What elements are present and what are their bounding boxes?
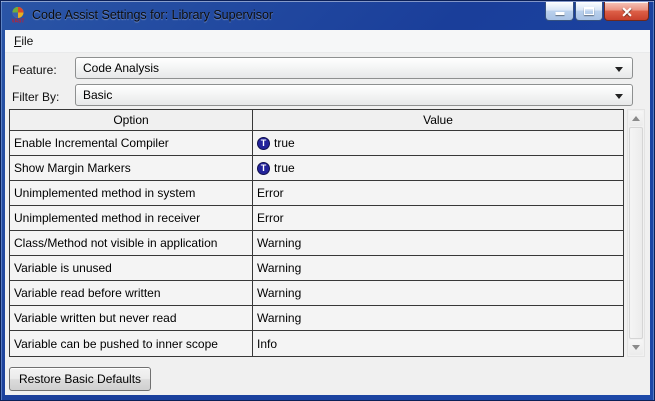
value-cell[interactable]: Warning [253, 281, 623, 305]
value-cell[interactable]: Info [253, 331, 623, 356]
settings-table-body: Enable Incremental CompilerTtrueShow Mar… [10, 131, 623, 356]
vast-app-icon: VAST [10, 7, 26, 23]
filter-by-combobox-value: Basic [83, 88, 112, 102]
option-cell: Unimplemented method in system [10, 181, 253, 205]
feature-label: Feature: [12, 63, 57, 77]
table-row[interactable]: Unimplemented method in systemError [10, 181, 623, 206]
value-cell[interactable]: Error [253, 181, 623, 205]
client-area: Feature: Code Analysis Filter By: Basic … [5, 53, 650, 395]
window-title: Code Assist Settings for: Library Superv… [32, 8, 273, 22]
option-cell: Variable read before written [10, 281, 253, 305]
scroll-up-icon[interactable] [629, 111, 643, 126]
value-text: Info [257, 332, 277, 356]
option-cell: Variable written but never read [10, 306, 253, 330]
option-cell: Variable can be pushed to inner scope [10, 331, 253, 356]
table-row[interactable]: Variable written but never readWarning [10, 306, 623, 331]
maximize-icon [584, 7, 594, 15]
column-header-value: Value [253, 110, 623, 130]
chevron-down-icon [615, 94, 623, 99]
option-cell: Variable is unused [10, 256, 253, 280]
restore-basic-defaults-button[interactable]: Restore Basic Defaults [9, 367, 151, 391]
menu-bar: File [5, 30, 650, 53]
value-cell[interactable]: Warning [253, 256, 623, 280]
feature-combobox[interactable]: Code Analysis [75, 57, 633, 79]
table-row[interactable]: Enable Incremental CompilerTtrue [10, 131, 623, 156]
value-text: Error [257, 206, 284, 230]
minimize-button[interactable] [545, 2, 574, 21]
value-cell[interactable]: Warning [253, 231, 623, 255]
scrollbar-thumb[interactable] [629, 127, 643, 339]
close-button[interactable] [604, 2, 649, 21]
table-row[interactable]: Variable is unusedWarning [10, 256, 623, 281]
value-cell[interactable]: Ttrue [253, 156, 623, 180]
value-text: Warning [257, 306, 301, 330]
value-text: Warning [257, 256, 301, 280]
value-text: Error [257, 181, 284, 205]
table-row[interactable]: Variable read before writtenWarning [10, 281, 623, 306]
option-cell: Show Margin Markers [10, 156, 253, 180]
caption-buttons [545, 2, 649, 21]
option-cell: Unimplemented method in receiver [10, 206, 253, 230]
filter-by-label: Filter By: [12, 90, 59, 104]
value-text: true [274, 156, 295, 180]
option-cell: Class/Method not visible in application [10, 231, 253, 255]
true-type-icon: T [257, 162, 270, 175]
svg-text:VAST: VAST [12, 19, 25, 24]
table-header-row: Option Value [10, 110, 623, 131]
value-cell[interactable]: Ttrue [253, 131, 623, 155]
feature-combobox-value: Code Analysis [83, 61, 159, 75]
table-row[interactable]: Unimplemented method in receiverError [10, 206, 623, 231]
filter-by-combobox[interactable]: Basic [75, 84, 633, 106]
scroll-down-icon[interactable] [629, 340, 643, 355]
true-type-icon: T [257, 137, 270, 150]
settings-table: Option Value Enable Incremental Compiler… [9, 109, 624, 357]
titlebar[interactable]: VAST Code Assist Settings for: Library S… [2, 2, 653, 30]
value-cell[interactable]: Warning [253, 306, 623, 330]
value-text: Warning [257, 231, 301, 255]
value-text: true [274, 131, 295, 155]
value-text: Warning [257, 281, 301, 305]
chevron-down-icon [615, 67, 623, 72]
table-row[interactable]: Variable can be pushed to inner scopeInf… [10, 331, 623, 356]
table-row[interactable]: Show Margin MarkersTtrue [10, 156, 623, 181]
value-cell[interactable]: Error [253, 206, 623, 230]
settings-window: VAST Code Assist Settings for: Library S… [0, 0, 655, 401]
vertical-scrollbar[interactable] [627, 109, 645, 357]
option-cell: Enable Incremental Compiler [10, 131, 253, 155]
close-icon [627, 11, 638, 13]
table-row[interactable]: Class/Method not visible in applicationW… [10, 231, 623, 256]
column-header-option: Option [10, 110, 253, 130]
maximize-button[interactable] [575, 2, 603, 21]
minimize-icon [555, 12, 564, 15]
menu-item-file[interactable]: File [7, 31, 40, 52]
